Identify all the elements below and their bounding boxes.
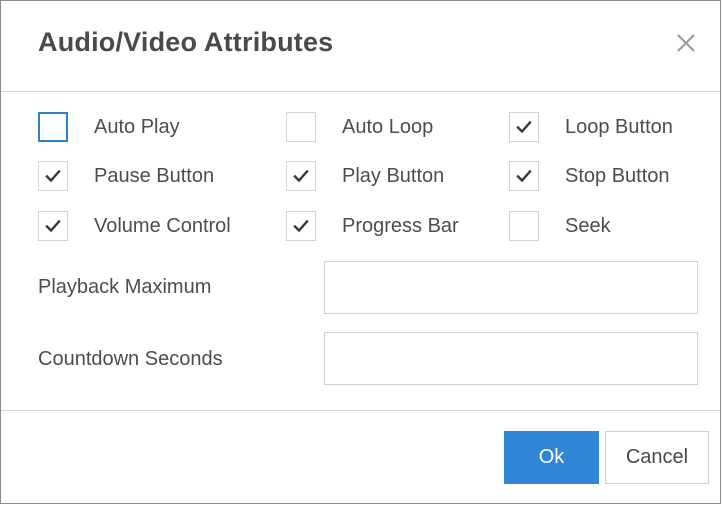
stop-button-label: Stop Button bbox=[565, 164, 670, 187]
volume-control-checkbox[interactable] bbox=[38, 211, 68, 241]
stop-button-checkbox[interactable] bbox=[509, 161, 539, 191]
dialog-title: Audio/Video Attributes bbox=[38, 27, 334, 57]
close-button[interactable] bbox=[670, 27, 702, 63]
cancel-button[interactable]: Cancel bbox=[605, 431, 709, 484]
dialog-header: Audio/Video Attributes bbox=[1, 1, 720, 92]
dialog-body: Auto Play Auto Loop Loop Button Pause Bu… bbox=[1, 92, 720, 413]
option-loop-button[interactable]: Loop Button bbox=[509, 110, 673, 144]
option-play-button[interactable]: Play Button bbox=[286, 159, 444, 193]
checkmark-icon bbox=[293, 169, 309, 183]
checkmark-icon bbox=[293, 219, 309, 233]
checkmark-icon bbox=[516, 120, 532, 134]
auto-loop-checkbox[interactable] bbox=[286, 112, 316, 142]
option-seek[interactable]: Seek bbox=[509, 209, 611, 243]
checkmark-icon bbox=[516, 169, 532, 183]
pause-button-label: Pause Button bbox=[94, 164, 215, 187]
progress-bar-checkbox[interactable] bbox=[286, 211, 316, 241]
seek-label: Seek bbox=[565, 214, 611, 237]
pause-button-checkbox[interactable] bbox=[38, 161, 68, 191]
play-button-label: Play Button bbox=[342, 164, 445, 187]
countdown-seconds-label: Countdown Seconds bbox=[38, 348, 223, 370]
auto-play-label: Auto Play bbox=[94, 115, 180, 138]
loop-button-checkbox[interactable] bbox=[509, 112, 539, 142]
auto-loop-label: Auto Loop bbox=[342, 115, 434, 138]
option-auto-loop[interactable]: Auto Loop bbox=[286, 110, 433, 144]
option-stop-button[interactable]: Stop Button bbox=[509, 159, 670, 193]
option-volume-control[interactable]: Volume Control bbox=[38, 209, 231, 243]
playback-maximum-label: Playback Maximum bbox=[38, 276, 212, 298]
close-icon bbox=[676, 33, 696, 58]
audio-video-attributes-dialog: Audio/Video Attributes Auto Play Auto Lo… bbox=[0, 0, 721, 504]
auto-play-checkbox[interactable] bbox=[38, 112, 68, 142]
volume-control-label: Volume Control bbox=[94, 214, 231, 237]
playback-maximum-input[interactable] bbox=[324, 261, 698, 314]
progress-bar-label: Progress Bar bbox=[342, 214, 459, 237]
option-pause-button[interactable]: Pause Button bbox=[38, 159, 214, 193]
ok-button[interactable]: Ok bbox=[504, 431, 599, 484]
dialog-footer: Ok Cancel bbox=[1, 410, 720, 503]
play-button-checkbox[interactable] bbox=[286, 161, 316, 191]
countdown-seconds-input[interactable] bbox=[324, 332, 698, 385]
option-auto-play[interactable]: Auto Play bbox=[38, 110, 180, 144]
option-progress-bar[interactable]: Progress Bar bbox=[286, 209, 459, 243]
checkmark-icon bbox=[45, 219, 61, 233]
checkmark-icon bbox=[45, 169, 61, 183]
seek-checkbox[interactable] bbox=[509, 211, 539, 241]
loop-button-label: Loop Button bbox=[565, 115, 673, 138]
